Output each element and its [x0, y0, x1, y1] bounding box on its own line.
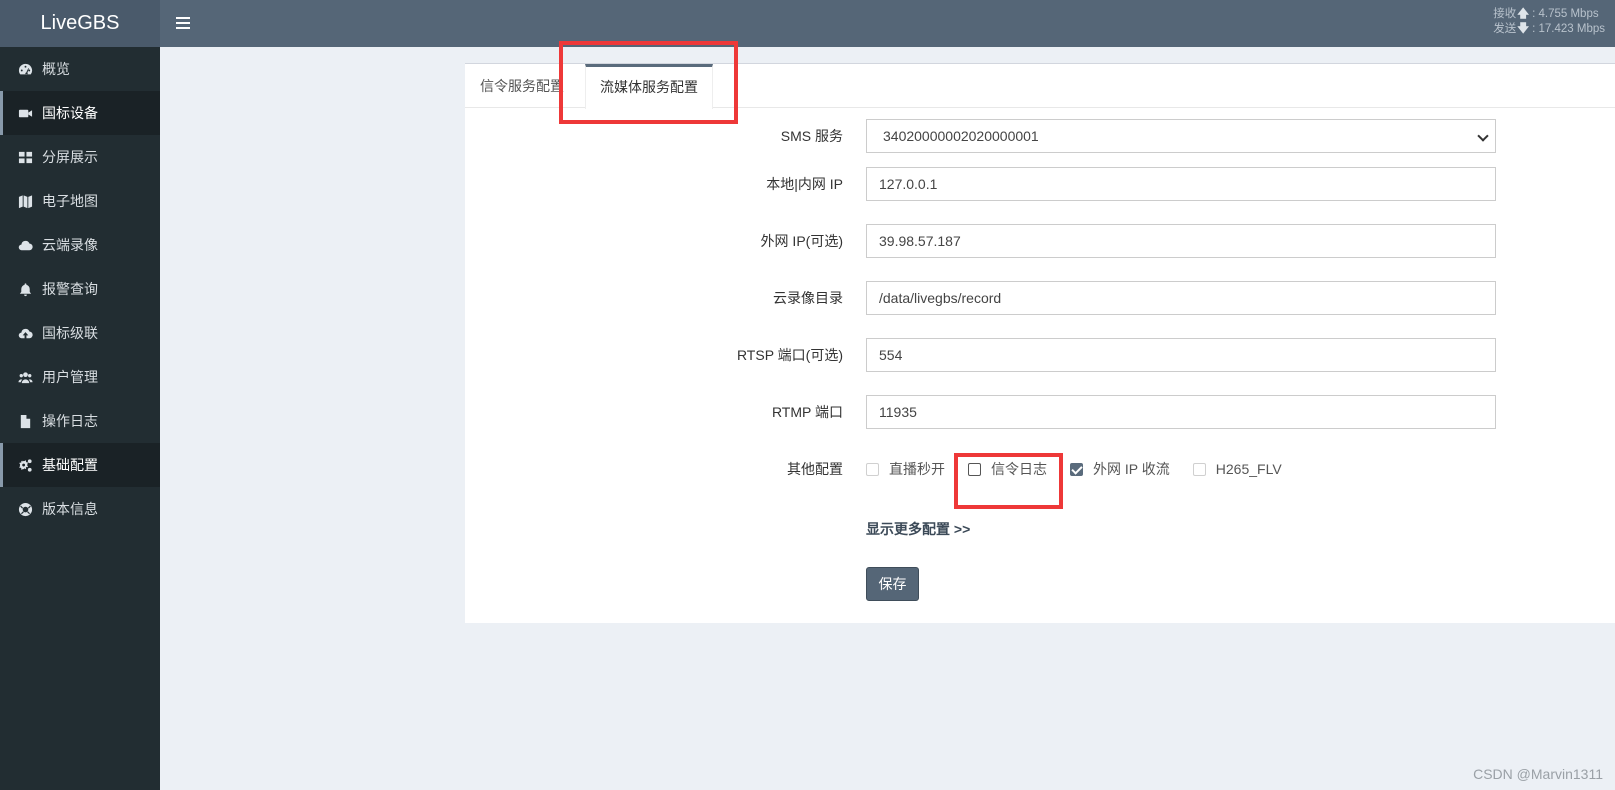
cloud-icon — [18, 238, 33, 253]
rtmp-port-row: RTMP 端口 11935 — [465, 395, 1615, 429]
tab-signaling-config[interactable]: 信令服务配置 — [480, 64, 564, 108]
sidebar-item-label: 云端录像 — [42, 237, 98, 253]
fast-start-checkbox[interactable]: 直播秒开 — [866, 459, 945, 479]
other-config-options: 直播秒开 信令日志 外网 IP 收流 H265_FLV — [866, 452, 1305, 486]
config-panel: 信令服务配置 流媒体服务配置 SMS 服务 340200000020200000… — [465, 63, 1615, 623]
h265-flv-checkbox[interactable]: H265_FLV — [1192, 461, 1282, 477]
local-ip-label: 本地|内网 IP — [766, 176, 843, 192]
sidebar-item-basic-config[interactable]: 基础配置 — [0, 443, 160, 487]
other-config-row: 其他配置 直播秒开 信令日志 外网 IP 收流 H265_FLV — [465, 452, 1615, 486]
network-stats: 接收🡅: 4.755 Mbps 发送🡇: 17.423 Mbps — [1493, 7, 1605, 37]
video-camera-icon — [18, 106, 33, 121]
sidebar-item-label: 报警查询 — [42, 281, 98, 297]
grid-icon — [18, 150, 33, 165]
send-rate: 发送🡇: 17.423 Mbps — [1493, 23, 1605, 35]
gears-icon — [18, 458, 33, 473]
checkbox-box-checked[interactable] — [1070, 462, 1083, 476]
dashboard-icon — [18, 62, 33, 77]
sidebar-item-cascade[interactable]: 国标级联 — [0, 311, 160, 355]
sidebar-item-label: 电子地图 — [42, 193, 98, 209]
sidebar-item-label: 国标设备 — [42, 105, 98, 121]
sidebar-item-label: 概览 — [42, 61, 70, 77]
sidebar-item-cloud-record[interactable]: 云端录像 — [0, 223, 160, 267]
config-tabs: 信令服务配置 流媒体服务配置 — [465, 64, 1615, 109]
sidebar-item-label: 分屏展示 — [42, 149, 98, 165]
sidebar-item-overview[interactable]: 概览 — [0, 47, 160, 91]
local-ip-row: 本地|内网 IP 127.0.0.1 — [465, 167, 1615, 201]
top-navbar: 接收🡅: 4.755 Mbps 发送🡇: 17.423 Mbps — [160, 0, 1615, 47]
chevron-down-icon — [1477, 130, 1489, 142]
rtsp-port-row: RTSP 端口(可选) 554 — [465, 338, 1615, 372]
arrow-down-icon: 🡇 — [1517, 23, 1530, 35]
app-logo[interactable]: LiveGBS — [0, 0, 160, 47]
other-config-label: 其他配置 — [787, 461, 843, 477]
checkbox-box[interactable] — [1192, 462, 1206, 476]
life-ring-icon — [18, 502, 33, 517]
sidebar-item-alarm[interactable]: 报警查询 — [0, 267, 160, 311]
external-ip-input[interactable]: 39.98.57.187 — [866, 224, 1496, 258]
cloud-upload-icon — [18, 326, 33, 341]
record-dir-label: 云录像目录 — [773, 290, 843, 306]
local-ip-input[interactable]: 127.0.0.1 — [866, 167, 1496, 201]
users-icon — [18, 370, 33, 385]
sidebar-item-label: 国标级联 — [42, 325, 98, 341]
sidebar-item-users[interactable]: 用户管理 — [0, 355, 160, 399]
sidebar: 概览 国标设备 分屏展示 电子地图 云端录像 报警查询 国标级联 用户管理 操作… — [0, 47, 160, 790]
save-button[interactable]: 保存 — [866, 567, 919, 601]
sms-select[interactable]: 34020000002020000001 — [866, 119, 1496, 153]
rtmp-port-input[interactable]: 11935 — [866, 395, 1496, 429]
sidebar-toggle-icon[interactable] — [176, 14, 190, 32]
signaling-log-checkbox[interactable]: 信令日志 — [968, 459, 1047, 479]
show-more-config-link[interactable]: 显示更多配置 >> — [866, 519, 970, 539]
sidebar-item-label: 基础配置 — [42, 457, 98, 473]
app-title: LiveGBS — [40, 12, 120, 34]
sms-select-value: 34020000002020000001 — [883, 128, 1039, 144]
receive-rate: 接收🡅: 4.755 Mbps — [1493, 8, 1599, 20]
map-icon — [18, 194, 33, 209]
rtsp-port-label: RTSP 端口(可选) — [736, 347, 843, 363]
sidebar-item-label: 用户管理 — [42, 369, 98, 385]
sms-label: SMS 服务 — [780, 128, 843, 144]
sidebar-item-label: 版本信息 — [42, 501, 98, 517]
file-icon — [18, 414, 33, 429]
record-dir-row: 云录像目录 /data/livegbs/record — [465, 281, 1615, 315]
record-dir-input[interactable]: /data/livegbs/record — [866, 281, 1496, 315]
external-ip-row: 外网 IP(可选) 39.98.57.187 — [465, 224, 1615, 258]
bell-icon — [18, 282, 33, 297]
sidebar-item-gb-devices[interactable]: 国标设备 — [0, 91, 160, 135]
arrow-up-icon: 🡅 — [1517, 8, 1530, 20]
rtsp-port-input[interactable]: 554 — [866, 338, 1496, 372]
external-ip-label: 外网 IP(可选) — [760, 233, 843, 249]
sidebar-item-split-screen[interactable]: 分屏展示 — [0, 135, 160, 179]
sidebar-item-label: 操作日志 — [42, 413, 98, 429]
checkbox-box[interactable] — [968, 462, 981, 476]
rtmp-port-label: RTMP 端口 — [771, 404, 843, 420]
checkbox-box[interactable] — [866, 462, 879, 476]
tab-media-config[interactable]: 流媒体服务配置 — [585, 64, 713, 109]
sidebar-item-map[interactable]: 电子地图 — [0, 179, 160, 223]
sidebar-item-version[interactable]: 版本信息 — [0, 487, 160, 531]
sidebar-item-logs[interactable]: 操作日志 — [0, 399, 160, 443]
watermark: CSDN @Marvin1311 — [1473, 766, 1603, 782]
sms-row: SMS 服务 34020000002020000001 — [465, 119, 1615, 153]
external-ip-stream-checkbox[interactable]: 外网 IP 收流 — [1070, 459, 1170, 479]
